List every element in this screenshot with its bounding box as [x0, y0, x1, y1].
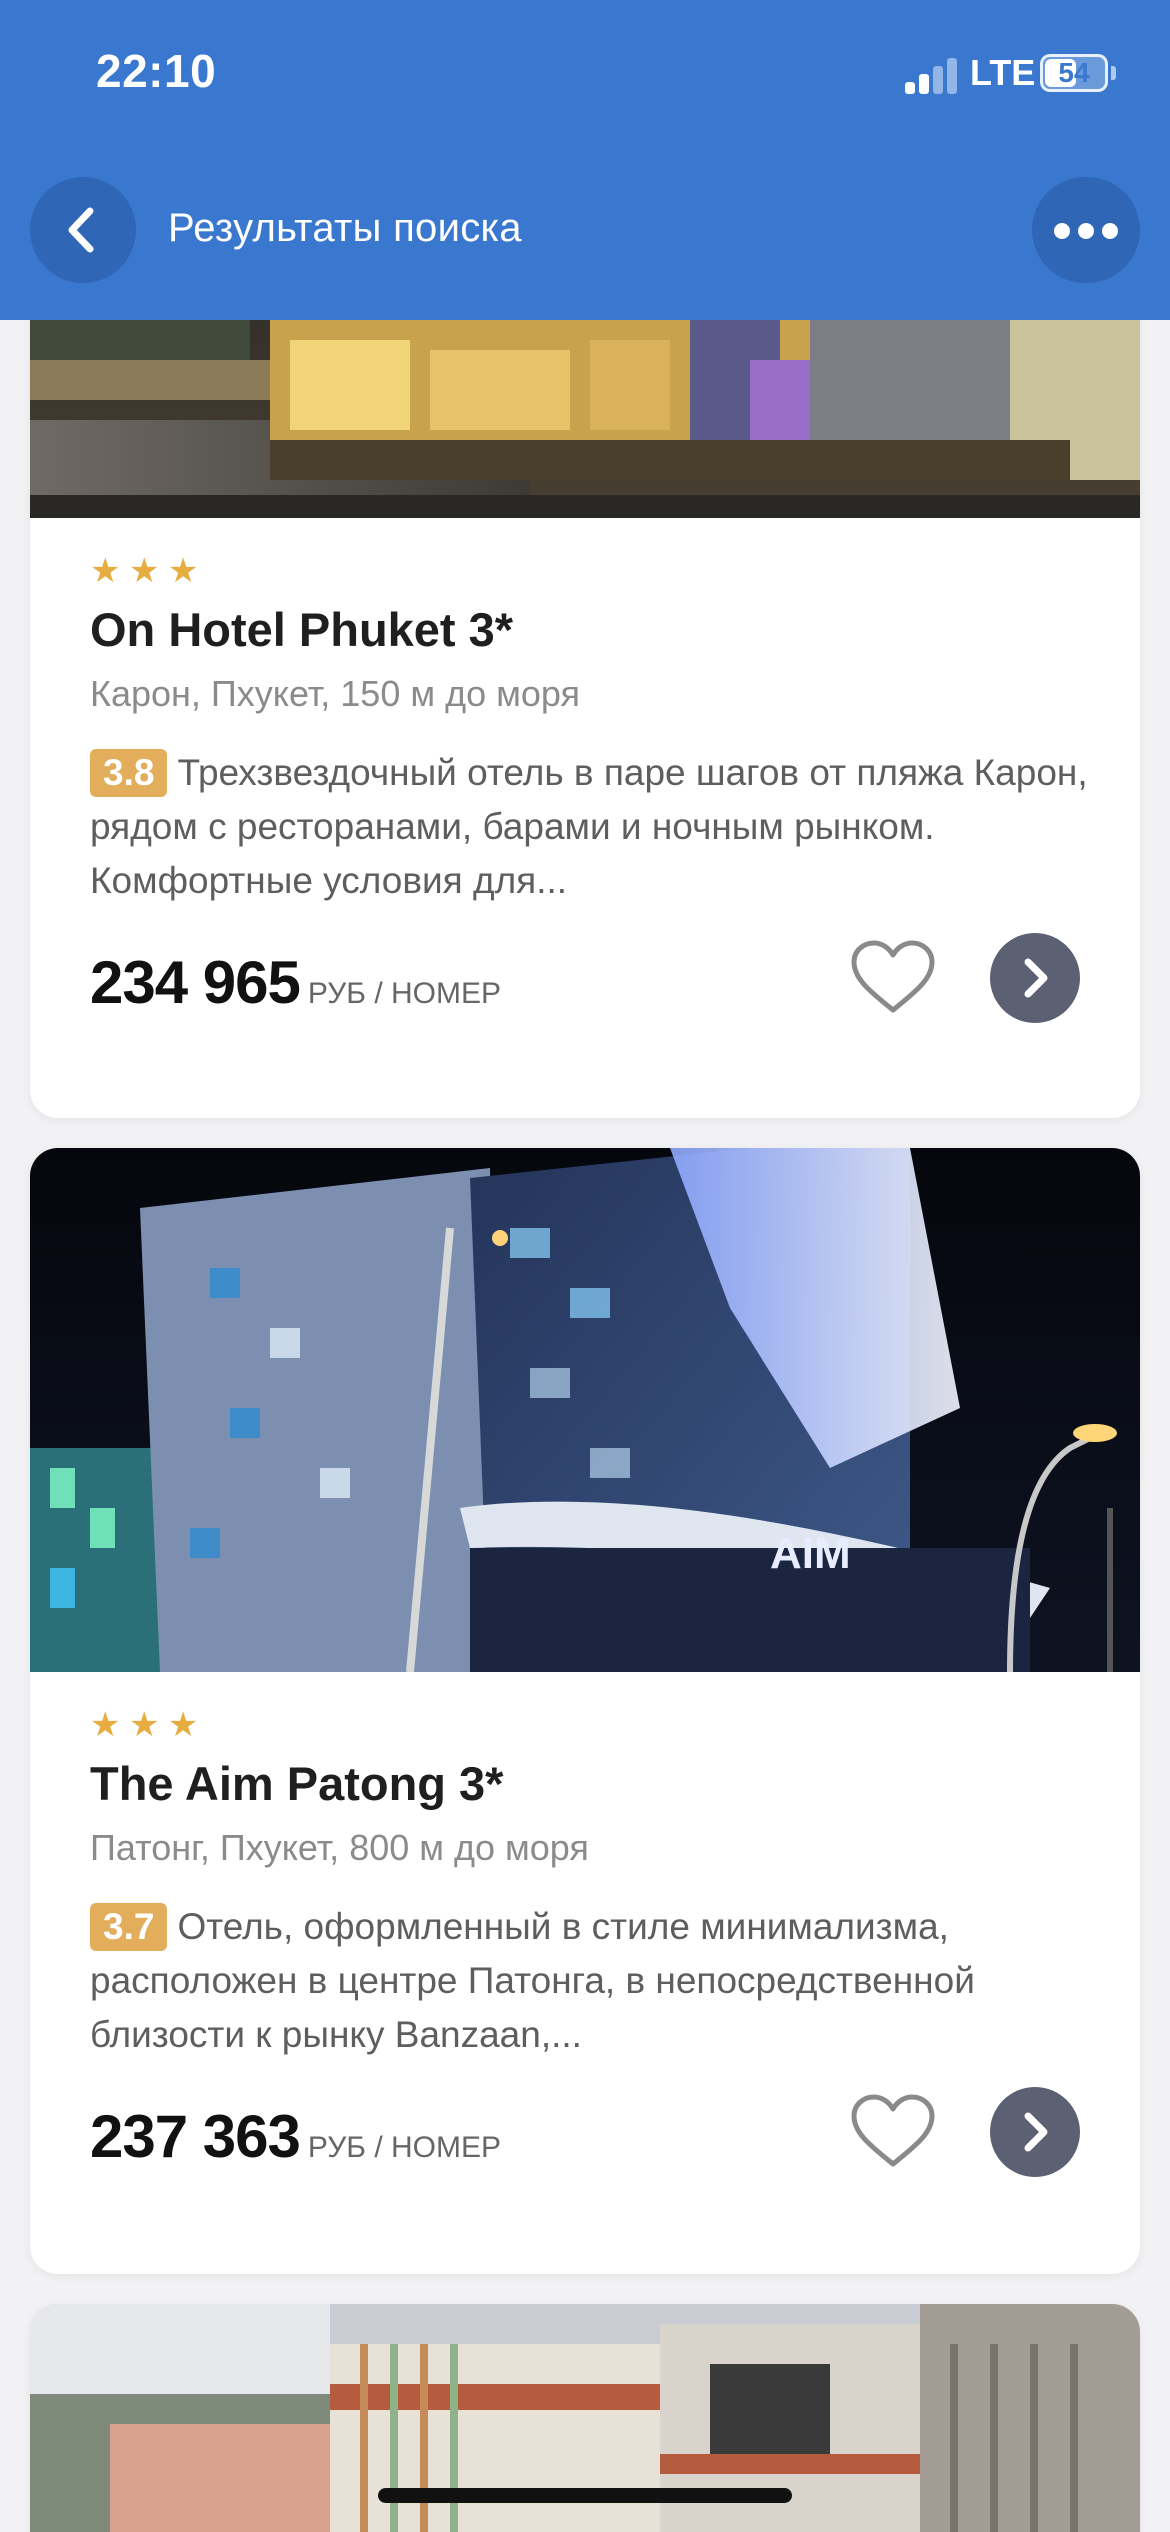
battery-icon: 54	[1040, 54, 1108, 92]
star-icon: ★	[167, 1705, 199, 1745]
hotel-card[interactable]: AIM ★ ★ ★ The Aim Patong 3* Патонг, Пхук…	[30, 1148, 1140, 2274]
more-options-button[interactable]	[1032, 177, 1140, 283]
hotel-name[interactable]: On Hotel Phuket 3*	[90, 602, 513, 657]
page-title: Результаты поиска	[168, 206, 522, 250]
status-bar: 22:10 LTE 54	[0, 0, 1170, 150]
battery-level: 54	[1058, 57, 1090, 88]
back-button[interactable]	[30, 177, 136, 283]
chevron-right-icon	[1024, 2112, 1048, 2152]
description-text: Отель, оформленный в стиле минимализма, …	[90, 1906, 975, 2055]
network-type: LTE	[970, 52, 1036, 93]
more-dot-icon	[1054, 223, 1070, 239]
more-dot-icon	[1078, 223, 1094, 239]
star-icon: ★	[128, 1705, 160, 1745]
heart-icon	[851, 2094, 935, 2167]
heart-icon	[851, 940, 935, 1013]
star-icon: ★	[167, 551, 199, 591]
open-hotel-button[interactable]	[990, 2087, 1080, 2177]
star-icon: ★	[90, 1705, 121, 1745]
hotel-card-body: ★ ★ ★ The Aim Patong 3* Патонг, Пхукет, …	[30, 1672, 1140, 2274]
signal-icon	[905, 58, 957, 94]
hotel-location: Патонг, Пхукет, 800 м до моря	[90, 1827, 589, 1868]
price-unit: РУБ / НОМЕР	[307, 977, 502, 1010]
description-text: Трехзвездочный отель в паре шагов от пля…	[90, 752, 1088, 901]
status-time: 22:10	[96, 45, 217, 97]
rating-badge: 3.8	[90, 749, 168, 797]
hotel-photo: AIM	[30, 1148, 1140, 1672]
price-value: 234 965	[90, 949, 301, 1016]
hotel-card-body: ★ ★ ★ On Hotel Phuket 3* Карон, Пхукет, …	[30, 518, 1140, 1118]
price-row: 237 363 РУБ / НОМЕР	[90, 2102, 501, 2171]
open-hotel-button[interactable]	[990, 933, 1080, 1023]
home-indicator[interactable]	[378, 2488, 792, 2503]
hotel-description: 3.7 Отель, оформленный в стиле минимализм…	[90, 1900, 1090, 2062]
chevron-left-icon	[68, 207, 94, 253]
more-dot-icon	[1102, 223, 1118, 239]
header: 22:10 LTE 54 Результаты поиска	[0, 0, 1170, 320]
price-unit: РУБ / НОМЕР	[307, 2131, 502, 2164]
star-icon: ★	[90, 551, 121, 591]
hotel-card[interactable]: ★ ★ ★ On Hotel Phuket 3* Карон, Пхукет, …	[30, 240, 1140, 1118]
hotel-location: Карон, Пхукет, 150 м до моря	[90, 673, 581, 714]
star-rating: ★ ★ ★	[90, 1705, 202, 1745]
chevron-right-icon	[1024, 958, 1048, 998]
hotel-description: 3.8 Трехзвездочный отель в паре шагов от …	[90, 746, 1090, 908]
nav-bar: Результаты поиска	[0, 170, 1170, 290]
favorite-button[interactable]	[848, 938, 938, 1018]
battery-cap	[1111, 66, 1116, 80]
favorite-button[interactable]	[848, 2092, 938, 2172]
star-rating: ★ ★ ★	[90, 551, 202, 591]
sign-text: AIM	[770, 1529, 851, 1578]
star-icon: ★	[128, 551, 160, 591]
hotel-name[interactable]: The Aim Patong 3*	[90, 1756, 503, 1811]
price-value: 237 363	[90, 2103, 301, 2170]
rating-badge: 3.7	[90, 1903, 168, 1951]
price-row: 234 965 РУБ / НОМЕР	[90, 948, 501, 1017]
